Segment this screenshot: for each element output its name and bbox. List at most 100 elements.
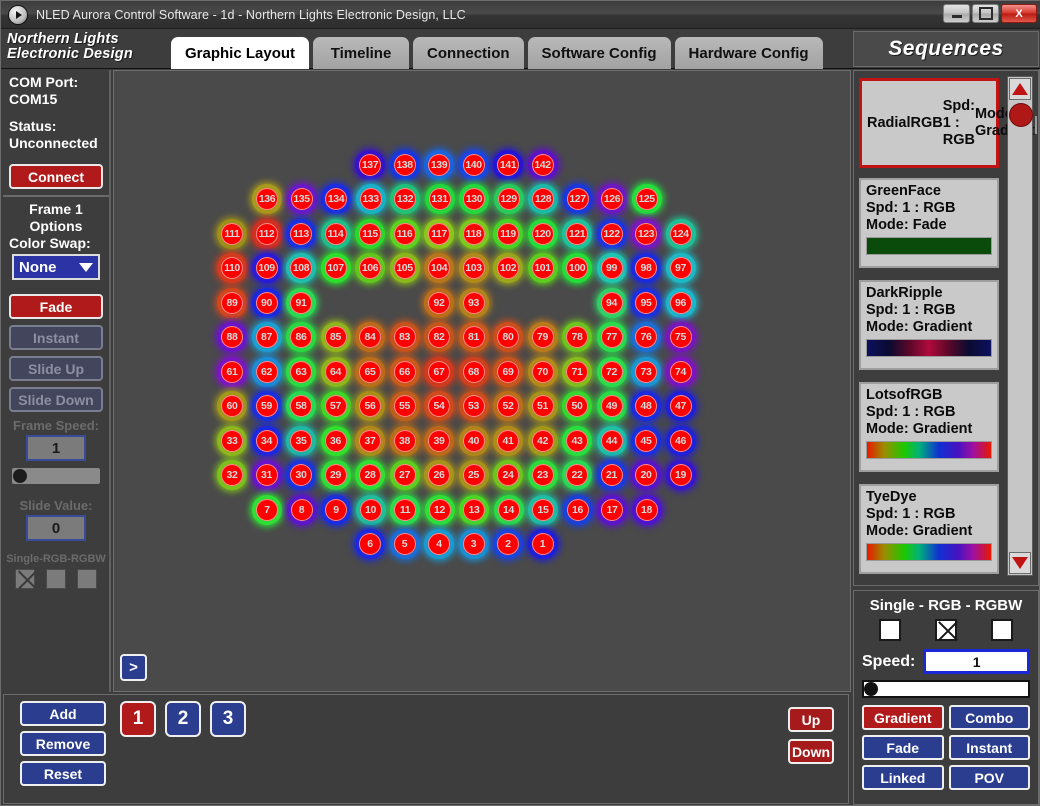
checkbox-rgb[interactable] — [45, 569, 66, 589]
led-node[interactable]: 127 — [562, 184, 593, 214]
led-node[interactable]: 72 — [596, 357, 627, 387]
led-node[interactable]: 112 — [251, 219, 282, 249]
rb-speed-slider[interactable] — [862, 680, 1030, 698]
led-node[interactable]: 45 — [631, 426, 661, 456]
rb-button-combo[interactable]: Combo — [948, 705, 1030, 730]
led-node[interactable]: 69 — [493, 357, 523, 387]
instant-button[interactable]: Instant — [9, 325, 103, 350]
led-node[interactable]: 14 — [493, 495, 524, 525]
led-node[interactable]: 29 — [320, 460, 351, 490]
led-node[interactable]: 61 — [217, 357, 247, 387]
led-node[interactable]: 52 — [493, 391, 523, 421]
led-node[interactable]: 23 — [527, 460, 558, 490]
led-node[interactable]: 51 — [527, 391, 558, 421]
led-node[interactable]: 32 — [217, 460, 247, 490]
led-node[interactable]: 53 — [458, 391, 489, 421]
led-node[interactable]: 136 — [252, 184, 282, 214]
rb-button-pov[interactable]: POV — [948, 765, 1030, 790]
led-node[interactable]: 93 — [458, 288, 489, 318]
led-node[interactable]: 33 — [217, 426, 247, 456]
led-node[interactable]: 65 — [355, 357, 385, 387]
led-node[interactable]: 120 — [527, 219, 558, 249]
led-node[interactable]: 137 — [355, 150, 385, 180]
sequence-card[interactable]: LotsofRGB Spd: 1 : RGB Mode: Gradient — [859, 382, 999, 472]
rb-button-fade[interactable]: Fade — [862, 735, 944, 760]
led-node[interactable]: 44 — [596, 426, 627, 456]
led-node[interactable]: 133 — [355, 184, 386, 214]
led-layout-canvas[interactable]: 137 138 139 140 141 142 136 135 134 133 132 131 130 1… — [113, 70, 851, 692]
led-node[interactable]: 17 — [597, 495, 627, 525]
led-node[interactable]: 96 — [665, 288, 696, 318]
led-node[interactable]: 11 — [390, 495, 420, 525]
led-node[interactable]: 54 — [424, 391, 454, 421]
led-node[interactable]: 13 — [459, 495, 489, 525]
led-node[interactable]: 138 — [389, 150, 420, 180]
led-node[interactable]: 119 — [493, 219, 523, 249]
frame-button-1[interactable]: 1 — [120, 701, 156, 737]
scrollbar-thumb[interactable] — [1009, 103, 1033, 127]
led-node[interactable]: 3 — [458, 529, 489, 559]
led-node[interactable]: 6 — [355, 529, 385, 559]
connect-button[interactable]: Connect — [9, 164, 103, 189]
led-node[interactable]: 113 — [286, 219, 316, 249]
led-node[interactable]: 66 — [389, 357, 420, 387]
led-node[interactable]: 20 — [631, 460, 661, 490]
led-node[interactable]: 77 — [596, 322, 627, 352]
led-node[interactable]: 64 — [320, 357, 351, 387]
led-node[interactable]: 43 — [562, 426, 592, 456]
led-node[interactable]: 125 — [631, 184, 662, 214]
led-node[interactable]: 134 — [321, 184, 351, 214]
slide-down-button[interactable]: Slide Down — [9, 387, 103, 412]
led-node[interactable]: 4 — [424, 529, 454, 559]
tab-timeline[interactable]: Timeline — [313, 37, 410, 69]
led-node[interactable]: 2 — [493, 529, 523, 559]
led-node[interactable]: 115 — [355, 219, 385, 249]
led-node[interactable]: 10 — [355, 495, 386, 525]
sequence-card[interactable]: TyeDye Spd: 1 : RGB Mode: Gradient — [859, 484, 999, 574]
led-node[interactable]: 126 — [597, 184, 627, 214]
led-node[interactable]: 86 — [286, 322, 316, 352]
add-button[interactable]: Add — [20, 701, 106, 726]
led-node[interactable]: 101 — [527, 253, 558, 283]
led-node[interactable]: 80 — [493, 322, 523, 352]
led-node[interactable]: 123 — [631, 219, 661, 249]
led-node[interactable]: 48 — [631, 391, 661, 421]
sequences-scrollbar[interactable] — [1007, 76, 1033, 576]
rb-slider-knob[interactable] — [864, 682, 878, 696]
led-node[interactable]: 22 — [562, 460, 592, 490]
frame-speed-slider[interactable] — [12, 468, 100, 484]
led-node[interactable]: 79 — [527, 322, 558, 352]
led-node[interactable]: 118 — [458, 219, 489, 249]
tab-hardware-config[interactable]: Hardware Config — [674, 37, 823, 69]
led-node[interactable]: 82 — [424, 322, 454, 352]
led-node[interactable]: 21 — [596, 460, 627, 490]
led-node[interactable]: 35 — [286, 426, 316, 456]
led-node[interactable]: 100 — [562, 253, 592, 283]
slider-knob[interactable] — [13, 469, 27, 483]
slide-up-button[interactable]: Slide Up — [9, 356, 103, 381]
scroll-down-button[interactable] — [1009, 552, 1031, 574]
rb-speed-input[interactable]: 1 — [923, 649, 1030, 674]
led-node[interactable]: 36 — [320, 426, 351, 456]
sequence-card[interactable]: RadialRGB Spd: 1 : RGB Mode: Gradient — [859, 78, 1037, 168]
led-node[interactable]: 68 — [458, 357, 489, 387]
reset-button[interactable]: Reset — [20, 761, 106, 786]
led-node[interactable]: 129 — [493, 184, 524, 214]
led-node[interactable]: 56 — [355, 391, 385, 421]
rb-checkbox-single[interactable] — [879, 619, 901, 641]
sequence-card[interactable]: DarkRipple Spd: 1 : RGB Mode: Gradient — [859, 280, 999, 370]
tab-software-config[interactable]: Software Config — [527, 37, 671, 69]
led-node[interactable]: 135 — [286, 184, 317, 214]
led-node[interactable]: 49 — [596, 391, 627, 421]
minimize-button[interactable] — [943, 4, 970, 23]
led-node[interactable]: 140 — [458, 150, 489, 180]
frame-button-3[interactable]: 3 — [210, 701, 246, 737]
color-swap-select[interactable]: None — [12, 254, 100, 280]
led-node[interactable]: 59 — [251, 391, 282, 421]
led-node[interactable]: 106 — [355, 253, 385, 283]
led-node[interactable]: 57 — [320, 391, 351, 421]
rb-checkbox-rgb[interactable] — [935, 619, 957, 641]
led-node[interactable]: 76 — [631, 322, 661, 352]
led-node[interactable]: 90 — [251, 288, 282, 318]
led-node[interactable]: 38 — [389, 426, 420, 456]
